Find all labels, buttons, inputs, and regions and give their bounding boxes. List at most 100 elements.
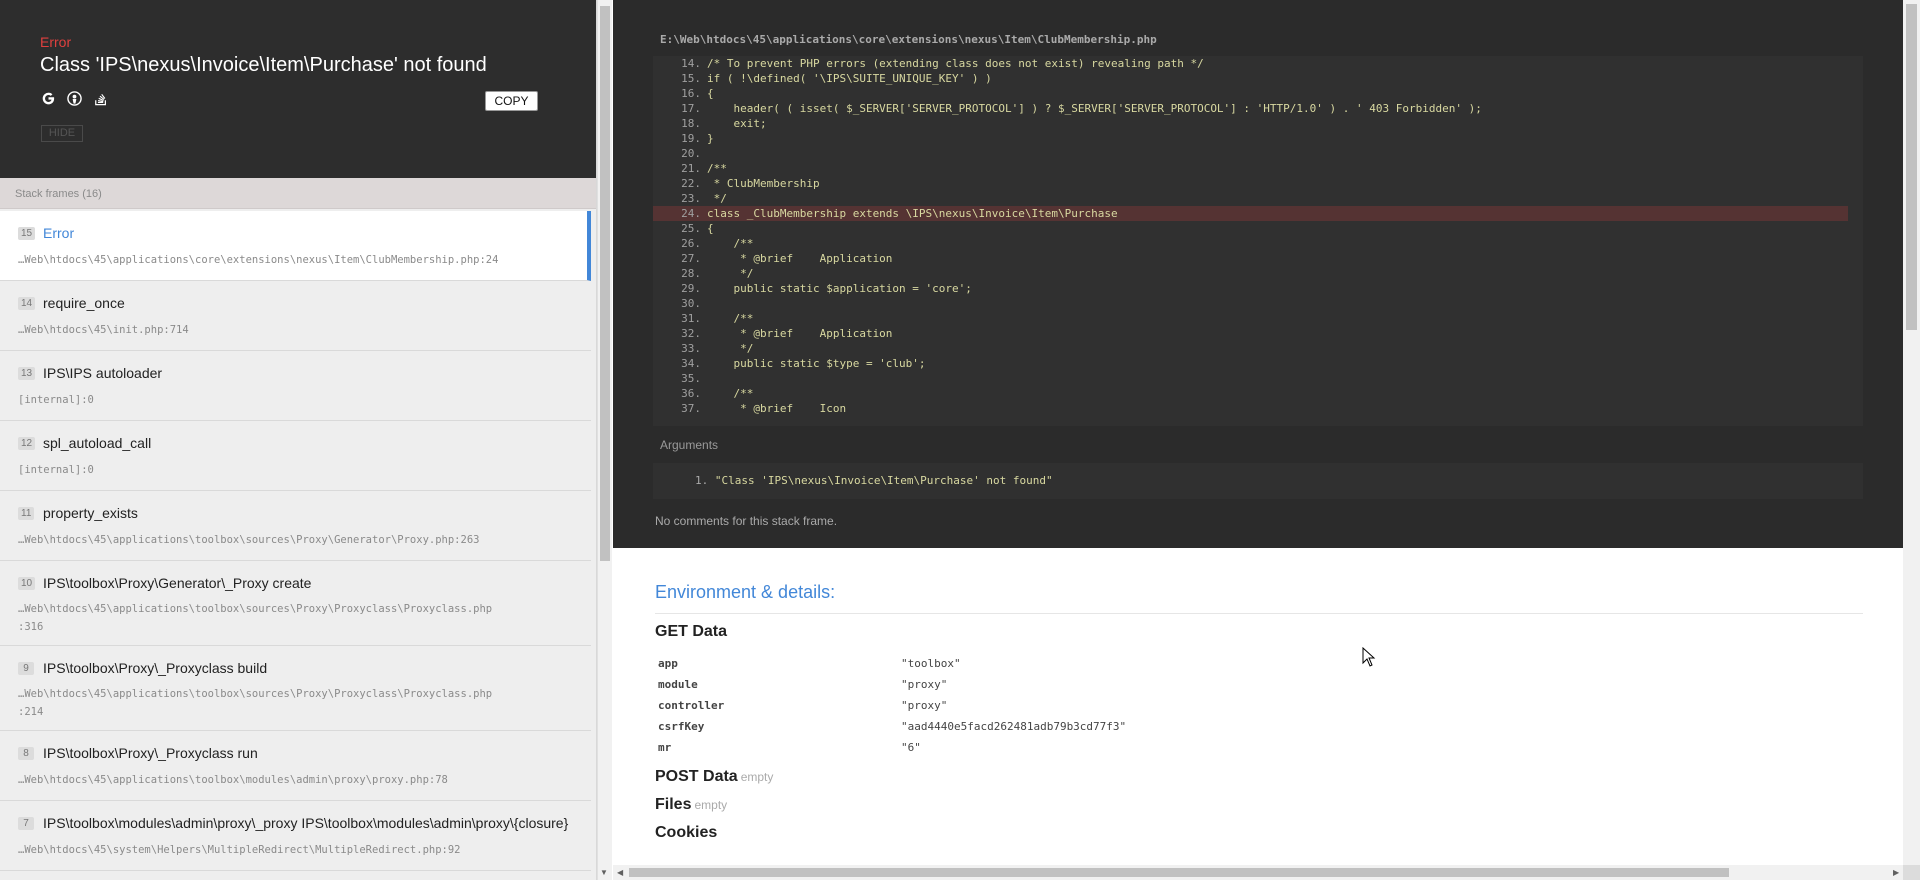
frame-function: IPS\toolbox\Proxy\_Proxyclass build (43, 660, 268, 676)
stack-frames-list: 15 Error …Web\htdocs\45\applications\cor… (0, 211, 591, 880)
arguments-box: 1. "Class 'IPS\nexus\Invoice\Item\Purcha… (653, 463, 1863, 499)
line-number: 28. (681, 267, 701, 280)
hide-button[interactable]: HIDE (41, 125, 83, 142)
frame-index: 8 (18, 747, 34, 760)
stack-frame-15[interactable]: 15 Error …Web\htdocs\45\applications\cor… (0, 211, 591, 281)
post-data-label: POST Data (655, 768, 738, 785)
post-data-title: POST Data empty (655, 768, 773, 786)
frame-index: 13 (18, 367, 36, 380)
line-number: 16. (681, 87, 701, 100)
error-header: Error Class 'IPS\nexus\Invoice\Item\Purc… (0, 0, 596, 178)
line-number: 18. (681, 117, 701, 130)
horizontal-scrollbar-thumb[interactable] (629, 868, 1729, 877)
code-line: 35. (653, 371, 1848, 386)
code-line: 36. /** (653, 386, 1848, 401)
frame-file: …Web\htdocs\45\applications\toolbox\sour… (18, 534, 480, 546)
get-value: "proxy" (901, 699, 948, 712)
code-line: 37. * @brief Icon (653, 401, 1848, 416)
line-code: /** (707, 387, 754, 400)
code-line: 24. class _ClubMembership extends \IPS\ne… (653, 206, 1848, 221)
stack-frame-14[interactable]: 14 require_once …Web\htdocs\45\init.php:… (0, 281, 591, 351)
line-number: 26. (681, 237, 701, 250)
frame-file-line: :214 (18, 706, 44, 718)
stack-frame-9[interactable]: 9 IPS\toolbox\Proxy\_Proxyclass build …W… (0, 646, 591, 731)
line-code: */ (707, 192, 727, 205)
arguments-label: Arguments (660, 438, 719, 452)
stack-frame-10[interactable]: 10 IPS\toolbox\Proxy\Generator\_Proxy cr… (0, 561, 591, 646)
line-code: exit; (707, 117, 767, 130)
cookies-title: Cookies (655, 824, 718, 841)
frame-file-line: :316 (18, 621, 44, 633)
frame-function: spl_autoload_call (43, 435, 152, 451)
line-code: * @brief Icon (707, 402, 847, 415)
get-key: controller (658, 699, 725, 712)
frame-index: 7 (18, 817, 34, 830)
frame-index: 10 (18, 577, 36, 590)
files-title: Files empty (655, 796, 727, 814)
scroll-down-arrow-icon[interactable]: ▼ (600, 868, 608, 877)
code-line: 22. * ClubMembership (653, 176, 1848, 191)
line-code: */ (707, 342, 754, 355)
mouse-cursor-icon (1362, 647, 1376, 667)
environment-title: Environment & details: (655, 582, 836, 602)
stack-frame-12[interactable]: 12 spl_autoload_call [internal]:0 (0, 421, 591, 491)
scroll-left-arrow-icon[interactable]: ◀ (617, 868, 623, 877)
code-line: 18. exit; (653, 116, 1848, 131)
copy-button[interactable]: COPY (485, 91, 538, 111)
frame-file: …Web\htdocs\45\system\Helpers\MultipleRe… (18, 844, 461, 856)
frame-file: [internal]:0 (18, 394, 94, 406)
code-line: 27. * @brief Application (653, 251, 1848, 266)
duckduckgo-icon[interactable] (65, 89, 83, 107)
scroll-right-arrow-icon[interactable]: ▶ (1893, 868, 1899, 877)
line-code: } (707, 132, 714, 145)
line-number: 25. (681, 222, 701, 235)
code-panel: E:\Web\htdocs\45\applications\core\exten… (613, 0, 1903, 548)
files-empty: empty (694, 798, 728, 812)
line-number: 15. (681, 72, 701, 85)
stack-frame-8[interactable]: 8 IPS\toolbox\Proxy\_Proxyclass run …Web… (0, 731, 591, 801)
line-number: 35. (681, 372, 701, 385)
stack-frame-11[interactable]: 11 property_exists …Web\htdocs\45\applic… (0, 491, 591, 561)
left-panel: Error Class 'IPS\nexus\Invoice\Item\Purc… (0, 0, 597, 880)
left-scrollbar-thumb[interactable] (600, 6, 610, 561)
right-scrollbar-thumb[interactable] (1906, 4, 1917, 330)
stackoverflow-icon[interactable] (92, 89, 110, 107)
code-line: 33. */ (653, 341, 1848, 356)
stack-frame-7[interactable]: 7 IPS\toolbox\modules\admin\proxy\_proxy… (0, 801, 591, 871)
code-line: 16. { (653, 86, 1848, 101)
line-number: 17. (681, 102, 701, 115)
code-line: 25. { (653, 221, 1848, 236)
code-line: 26. /** (653, 236, 1848, 251)
line-code: /** (707, 237, 754, 250)
code-line: 23. */ (653, 191, 1848, 206)
line-number: 19. (681, 132, 701, 145)
code-viewer: 14. /* To prevent PHP errors (extending c… (653, 56, 1863, 426)
frame-file: …Web\htdocs\45\applications\core\extensi… (18, 254, 499, 266)
stack-frame-13[interactable]: 13 IPS\IPS autoloader [internal]:0 (0, 351, 591, 421)
line-code: /** (707, 162, 727, 175)
get-key: app (658, 657, 678, 670)
line-code: /** (707, 312, 754, 325)
scrollbar-corner (1903, 865, 1920, 880)
line-number: 21. (681, 162, 701, 175)
get-value: "aad4440e5facd262481adb79b3cd77f3" (901, 720, 1127, 733)
line-code: * @brief Application (707, 327, 893, 340)
google-icon[interactable] (39, 89, 57, 107)
line-number: 27. (681, 252, 701, 265)
divider (655, 613, 1863, 614)
no-comments-text: No comments for this stack frame. (655, 514, 838, 528)
frame-file: …Web\htdocs\45\applications\toolbox\sour… (18, 603, 493, 615)
code-line: 20. (653, 146, 1848, 161)
right-panel: E:\Web\htdocs\45\applications\core\exten… (613, 0, 1903, 865)
argument-1: 1. "Class 'IPS\nexus\Invoice\Item\Purcha… (695, 474, 1053, 487)
frame-file: [internal]:0 (18, 464, 94, 476)
post-data-empty: empty (740, 770, 774, 784)
line-number: 34. (681, 357, 701, 370)
line-number: 24. (681, 207, 701, 220)
line-code: * @brief Application (707, 252, 893, 265)
get-value: "toolbox" (901, 657, 961, 670)
argument-index: 1. (695, 474, 709, 487)
line-code: { (707, 87, 714, 100)
frame-index: 11 (18, 507, 35, 520)
code-line: 15. if ( !\defined( '\IPS\SUITE_UNIQUE_KE… (653, 71, 1848, 86)
